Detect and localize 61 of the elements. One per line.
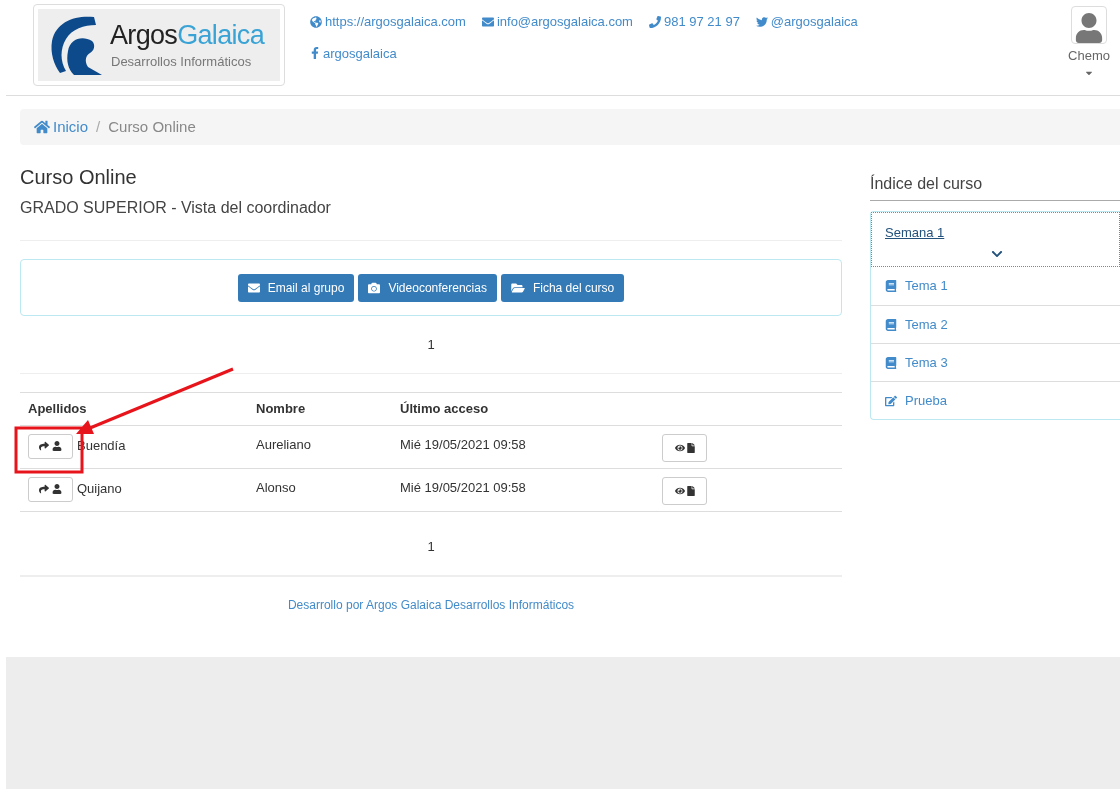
view-file-button[interactable] — [662, 433, 708, 462]
breadcrumb-current: Curso Online — [108, 116, 196, 137]
bird-icon — [755, 15, 768, 28]
action-button[interactable]: Email al grupo — [237, 273, 355, 302]
eye-icon — [674, 485, 685, 496]
contact-link[interactable]: https://argosgalaica.com — [310, 12, 466, 32]
table-cell: Aureliano — [256, 436, 311, 452]
user-icon — [52, 484, 62, 495]
contact-link[interactable]: 981 97 21 97 — [648, 12, 740, 32]
camera-icon — [368, 281, 381, 294]
edit-icon — [885, 394, 897, 407]
file-icon — [686, 442, 695, 453]
week-item[interactable]: Semana 1 — [871, 212, 1120, 268]
folder-icon — [510, 281, 525, 294]
index-item[interactable]: Prueba — [871, 381, 1120, 420]
file-icon — [686, 485, 695, 496]
book-icon — [885, 356, 897, 369]
table-cell: Alonso — [256, 479, 296, 495]
arrow-icon — [39, 441, 49, 452]
page-link[interactable]: 1 — [427, 536, 435, 557]
logo-tagline: Desarrollos Informáticos — [111, 55, 253, 68]
logo-wordmark: ArgosGalaica — [110, 22, 264, 49]
envelope-icon — [247, 281, 260, 294]
index-item[interactable]: Tema 1 — [871, 267, 1120, 306]
switch-user-button[interactable] — [28, 433, 73, 459]
index-item[interactable]: Tema 3 — [871, 343, 1120, 382]
action-button[interactable]: Videoconferencias — [358, 273, 497, 302]
book-icon — [885, 318, 897, 331]
breadcrumb-separator: / — [96, 116, 101, 137]
table-cell: Mié 19/05/2021 09:58 — [400, 479, 526, 495]
book-icon — [885, 280, 897, 293]
table-cell-text: Quijano — [77, 480, 122, 499]
column-header: Nombre — [256, 400, 306, 416]
column-header: Apellidos — [28, 400, 87, 416]
facebook-icon — [310, 47, 320, 60]
logo-card[interactable]: ArgosGalaica Desarrollos Informáticos — [33, 4, 285, 86]
switch-user-button[interactable] — [28, 476, 73, 502]
contact-link[interactable]: info@argosgalaica.com — [481, 12, 633, 32]
table-cell: Mié 19/05/2021 09:58 — [400, 436, 526, 452]
page-subtitle: GRADO SUPERIOR - Vista del coordinador — [20, 198, 332, 219]
home-icon — [34, 119, 50, 136]
globe-icon — [310, 15, 322, 28]
column-header: Último acceso — [400, 400, 489, 416]
user-avatar[interactable] — [1071, 6, 1108, 44]
user-icon — [52, 441, 62, 452]
arrow-icon — [39, 484, 49, 495]
page-link[interactable]: 1 — [427, 335, 435, 355]
footer-link[interactable]: Desarrollo por Argos Galaica Desarrollos Informáticos — [287, 596, 575, 615]
breadcrumb-link[interactable]: Inicio — [34, 115, 89, 139]
envelope-icon — [481, 15, 494, 28]
week-link[interactable]: Semana 1 — [885, 223, 945, 243]
phone-icon — [648, 15, 661, 28]
index-item[interactable]: Tema 2 — [871, 305, 1120, 344]
page-title: Curso Online — [20, 165, 138, 191]
contact-link[interactable]: @argosgalaica — [755, 12, 858, 32]
view-file-button[interactable] — [662, 476, 708, 505]
user-name[interactable]: Chemo — [1068, 46, 1110, 66]
eye-icon — [674, 442, 685, 453]
contact-link[interactable]: argosgalaica — [310, 43, 397, 63]
course-index-title: Índice del curso — [870, 172, 1120, 202]
action-button[interactable]: Ficha del curso — [500, 273, 625, 302]
